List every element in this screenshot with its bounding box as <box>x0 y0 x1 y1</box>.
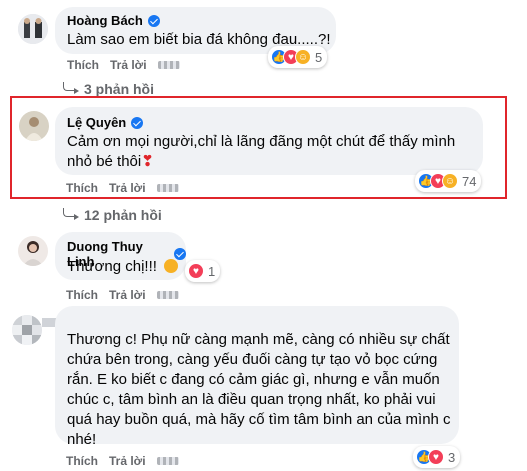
comment-text-line: Cảm ơn mọi người,chỉ là lãng đãng một ch… <box>67 133 456 150</box>
reaction-summary[interactable]: 👍 ♥ 3 <box>413 446 461 468</box>
avatar-le-quyen[interactable] <box>19 111 49 141</box>
avatar-image <box>19 111 49 141</box>
reaction-count: 5 <box>315 49 323 65</box>
comment-bubble-duong-thuy-linh: Duong Thuy Linh Thương chị!!! <box>55 232 186 280</box>
author-name[interactable]: Hoàng Bách <box>67 13 143 28</box>
like-button[interactable]: Thích <box>67 58 99 72</box>
verified-badge-icon <box>147 14 160 27</box>
comment-text: Thương c! Phụ nữ càng mạnh mẽ, càng có n… <box>67 330 451 450</box>
avatar-image <box>18 14 48 44</box>
reply-button[interactable]: Trả lời <box>109 454 146 468</box>
comment-text-line: Thương c! Phụ nữ càng mạnh mẽ, càng có n… <box>67 331 450 348</box>
sad-face-icon <box>164 259 179 273</box>
comment-text-content: Thương chị!!! <box>67 258 157 275</box>
reaction-summary[interactable]: ♥ 1 <box>185 260 221 282</box>
timestamp-blurred <box>156 184 179 192</box>
reaction-count: 74 <box>462 173 477 189</box>
avatar-duong-thuy-linh[interactable] <box>18 236 48 266</box>
comment-text-line: rắn. E ko biết c đang có cảm giác gì, nh… <box>67 371 440 388</box>
reaction-summary[interactable]: 👍 ♥ ☺ 5 <box>268 46 328 68</box>
comment-bubble-le-quyen: Lệ Quyên Cảm ơn mọi người,chỉ là lãng đã… <box>55 107 483 175</box>
care-reaction-icon: ☺ <box>442 173 458 189</box>
view-replies-link[interactable]: 3 phản hồi <box>63 81 154 97</box>
avatar-anonymous[interactable] <box>12 315 42 345</box>
replies-count[interactable]: 12 phản hồi <box>84 207 162 223</box>
comment-text-line: quá hay buồn quá, mà hãy cố tìm tâm bình… <box>67 411 451 428</box>
comment-text-line: nhỏ bé thôi <box>67 153 142 170</box>
timestamp-blurred <box>156 457 179 465</box>
view-replies-link[interactable]: 12 phản hồi <box>63 207 162 223</box>
reaction-summary[interactable]: 👍 ♥ ☺ 74 <box>415 170 482 192</box>
author-name[interactable]: Lệ Quyên <box>67 115 126 130</box>
verified-badge-icon <box>131 116 144 129</box>
comment-actions: Thích Trả lời <box>66 288 179 302</box>
comment-text-line: chúc c, tâm bình an là điều quan trọng n… <box>67 391 436 408</box>
reply-button[interactable]: Trả lời <box>110 58 147 72</box>
reaction-count: 1 <box>208 263 216 279</box>
comment-actions: Thích Trả lời <box>66 454 179 468</box>
comment-text-line: nhé! <box>67 431 97 448</box>
comment-text: Cảm ơn mọi người,chỉ là lãng đãng một ch… <box>67 132 455 172</box>
reaction-count: 3 <box>448 449 456 465</box>
love-reaction-icon: ♥ <box>428 449 444 465</box>
comment-bubble-anonymous: Thương c! Phụ nữ càng mạnh mẽ, càng có n… <box>55 306 459 448</box>
heart-exclamation-icon: ❣ <box>141 153 154 170</box>
reply-arrow-icon <box>63 207 79 220</box>
reply-button[interactable]: Trả lời <box>109 181 146 195</box>
comment-actions: Thích Trả lời <box>66 181 179 195</box>
like-button[interactable]: Thích <box>66 288 98 302</box>
like-button[interactable]: Thích <box>66 181 98 195</box>
comment-text-line: chứa bên trong, càng yếu đuối càng tự tạ… <box>67 351 438 368</box>
avatar-image <box>12 315 42 345</box>
care-reaction-icon: ☺ <box>295 49 311 65</box>
replies-count[interactable]: 3 phản hồi <box>84 81 154 97</box>
comment-text-line-2: nhỏ bé thôi❣ <box>67 152 455 172</box>
avatar-hoang-bach[interactable] <box>18 14 48 44</box>
timestamp-blurred <box>156 291 179 299</box>
love-reaction-icon: ♥ <box>188 263 204 279</box>
reply-button[interactable]: Trả lời <box>109 288 146 302</box>
reply-arrow-icon <box>63 81 79 94</box>
comment-author[interactable]: Hoàng Bách <box>67 13 160 28</box>
avatar-image <box>18 236 48 266</box>
like-button[interactable]: Thích <box>66 454 98 468</box>
comment-author[interactable]: Lệ Quyên <box>67 115 144 130</box>
timestamp-blurred <box>157 61 180 69</box>
comment-actions: Thích Trả lời <box>67 58 180 72</box>
comment-text: Thương chị!!! <box>67 257 179 277</box>
